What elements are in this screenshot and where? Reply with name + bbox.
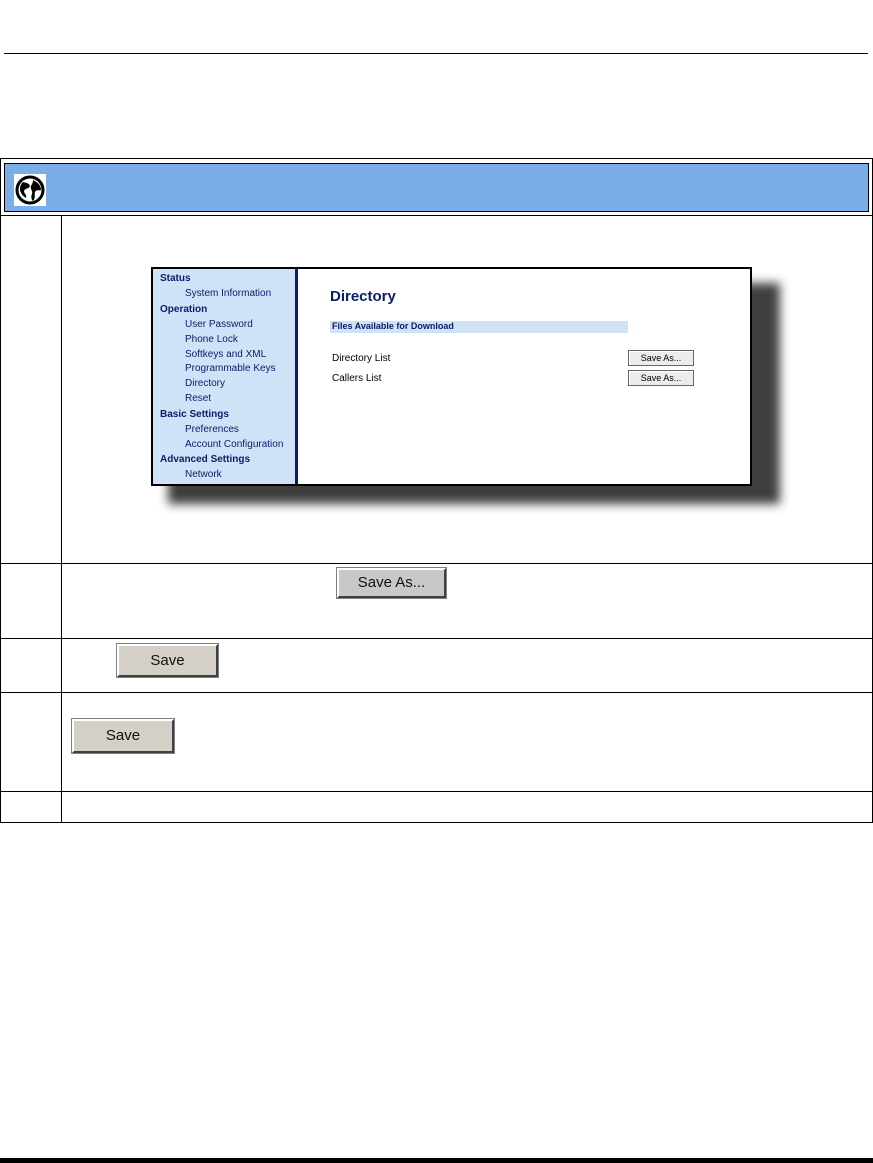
nav-item-directory[interactable]: Directory (185, 378, 225, 389)
web-nav-sidebar: Status System Information Operation User… (153, 269, 298, 484)
save-button-image[interactable]: Save (117, 644, 218, 677)
section-header-bar: Files Available for Download (330, 321, 628, 333)
callers-list-label: Callers List (332, 373, 382, 384)
nav-group-advanced-settings[interactable]: Advanced Settings (160, 454, 250, 465)
save-as-button-image[interactable]: Save As... (337, 568, 446, 598)
directory-save-as-button[interactable]: Save As... (628, 350, 694, 366)
step-number-cell (1, 792, 62, 822)
banner-bar (4, 163, 869, 212)
nav-item-account-configuration[interactable]: Account Configuration (185, 439, 283, 450)
web-ui-banner (0, 158, 873, 216)
nav-item-programmable-keys[interactable]: Programmable Keys (185, 363, 276, 374)
nav-group-operation[interactable]: Operation (160, 304, 207, 315)
nav-item-user-password[interactable]: User Password (185, 319, 253, 330)
nav-item-system-information[interactable]: System Information (185, 288, 271, 299)
step-row-5 (0, 792, 873, 823)
step-number-cell (1, 639, 62, 692)
section-header: Files Available for Download (332, 321, 454, 331)
callers-save-as-button[interactable]: Save As... (628, 370, 694, 386)
nav-item-phone-lock[interactable]: Phone Lock (185, 334, 238, 345)
bottom-rule (0, 1158, 873, 1163)
web-main-panel: Directory Files Available for Download D… (298, 269, 750, 484)
nav-item-network[interactable]: Network (185, 469, 222, 480)
nav-group-status[interactable]: Status (160, 273, 191, 284)
step-number-cell (1, 693, 62, 791)
globe-icon (14, 174, 46, 206)
page-title: Directory (330, 288, 396, 305)
save-button-image-2[interactable]: Save (72, 719, 174, 753)
nav-item-reset[interactable]: Reset (185, 393, 211, 404)
directory-list-label: Directory List (332, 353, 391, 364)
nav-group-basic-settings[interactable]: Basic Settings (160, 409, 229, 420)
step-number-cell (1, 564, 62, 638)
nav-item-softkeys-xml[interactable]: Softkeys and XML (185, 349, 266, 360)
step-number-cell (1, 216, 62, 563)
web-ui-screenshot: Status System Information Operation User… (151, 267, 752, 486)
top-rule (4, 53, 868, 54)
nav-item-preferences[interactable]: Preferences (185, 424, 239, 435)
